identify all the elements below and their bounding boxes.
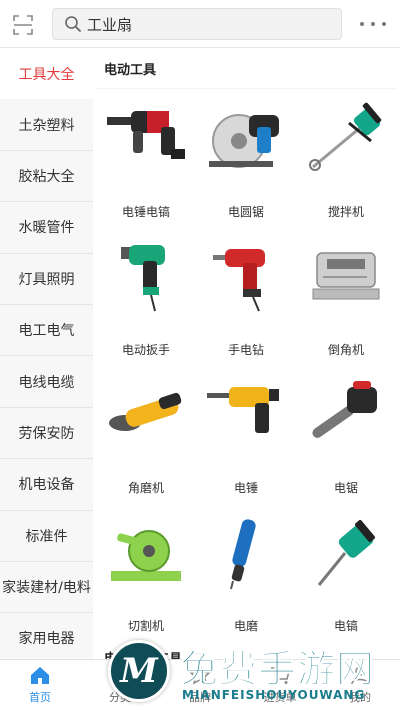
product-label: 倒角机 (327, 343, 364, 357)
product-label: 角磨机 (127, 481, 164, 495)
demolition-hammer-icon (317, 520, 375, 586)
more-icon[interactable] (360, 14, 386, 34)
product-item[interactable]: 电磨 (196, 503, 296, 641)
product-label: 手电钻 (227, 343, 264, 357)
category-sidebar: 工具大全 土杂塑料 胶粘大全 水暖管件 灯具照明 电工电气 电线电缆 劳保安防 … (0, 48, 93, 659)
sidebar-item-sundries-plastics[interactable]: 土杂塑料 (0, 99, 93, 151)
nav-label: 首页 (29, 691, 51, 704)
nav-cart[interactable]: 进货单 (240, 660, 320, 711)
sidebar-item-machinery[interactable]: 机电设备 (0, 459, 93, 511)
sidebar-item-building-materials[interactable]: 家装建材/电料 (0, 562, 93, 614)
product-item[interactable]: 电锯 (296, 365, 396, 503)
product-label: 切割机 (127, 619, 164, 633)
nav-brand[interactable]: 品牌 (160, 660, 240, 711)
product-label: 电动扳手 (121, 343, 170, 357)
product-label: 电锤 (233, 481, 258, 495)
product-grid: 电锤电镐 电圆锯 搅拌机 电动扳手 手电钻 倒角机 角磨机 电锤 电锯 切割机 … (96, 88, 396, 641)
nav-label: 进货单 (263, 691, 297, 704)
nav-label: 分类 (109, 691, 131, 704)
product-label: 电圆锯 (227, 205, 264, 219)
cart-icon (268, 663, 292, 687)
sidebar-item-safety[interactable]: 劳保安防 (0, 408, 93, 460)
impact-wrench-icon (121, 245, 165, 312)
product-item[interactable]: 电锤电镐 (96, 89, 196, 227)
category-content: 电动工具 电锤电镐 电圆锯 搅拌机 电动扳手 手电钻 倒角机 角磨机 电锤 电锯… (93, 48, 400, 659)
product-item[interactable]: 电动扳手 (96, 227, 196, 365)
sidebar-item-lighting[interactable]: 灯具照明 (0, 254, 93, 305)
mixer-drill-icon (309, 102, 382, 171)
product-item[interactable]: 切割机 (96, 503, 196, 641)
chainsaw-icon (312, 381, 377, 438)
product-item[interactable]: 搅拌机 (296, 89, 396, 227)
chamfering-machine-icon (312, 252, 380, 300)
search-input[interactable]: 工业扇 (52, 8, 342, 40)
product-label: 电镐 (333, 619, 358, 633)
nav-label: 品牌 (189, 691, 211, 704)
angle-grinder-icon (109, 392, 182, 431)
nav-home[interactable]: 首页 (0, 660, 80, 711)
product-item[interactable]: 手电钻 (196, 227, 296, 365)
brand-icon (188, 663, 212, 687)
rotary-hammer-icon (107, 111, 185, 159)
nav-category[interactable]: 分类 (80, 660, 160, 711)
bottom-nav: 首页 分类 品牌 进货单 我的 (0, 659, 400, 711)
product-item[interactable]: 电锤 (196, 365, 296, 503)
next-section-title: 电动园林工具 (104, 648, 182, 659)
sidebar-item-plumbing[interactable]: 水暖管件 (0, 202, 93, 254)
hand-drill-icon (213, 249, 265, 312)
sidebar-item-electrical[interactable]: 电工电气 (0, 305, 93, 357)
sidebar-item-cables[interactable]: 电线电缆 (0, 356, 93, 408)
sidebar-item-standard-parts[interactable]: 标准件 (0, 511, 93, 562)
product-label: 电锯 (333, 481, 358, 495)
product-item[interactable]: 倒角机 (296, 227, 396, 365)
home-icon (28, 663, 52, 687)
category-icon (108, 663, 132, 687)
product-label: 搅拌机 (327, 205, 364, 219)
product-item[interactable]: 角磨机 (96, 365, 196, 503)
user-icon (348, 663, 372, 687)
nav-mine[interactable]: 我的 (320, 660, 400, 711)
die-grinder-icon (230, 519, 256, 590)
product-item[interactable]: 电圆锯 (196, 89, 296, 227)
sidebar-item-tools[interactable]: 工具大全 (0, 48, 93, 100)
product-item[interactable]: 电镐 (296, 503, 396, 641)
search-icon (63, 14, 83, 34)
product-label: 电锤电镐 (121, 205, 170, 219)
electric-hammer-icon (207, 387, 279, 433)
sidebar-item-adhesives[interactable]: 胶粘大全 (0, 151, 93, 203)
sidebar-item-appliances[interactable]: 家用电器 (0, 613, 93, 659)
cut-off-saw-icon (111, 530, 181, 581)
top-bar: 工业扇 (0, 0, 400, 48)
search-query: 工业扇 (87, 15, 133, 34)
circular-saw-icon (209, 114, 279, 168)
section-title: 电动工具 (104, 63, 157, 78)
product-label: 电磨 (233, 619, 258, 633)
nav-label: 我的 (349, 691, 371, 704)
scan-icon[interactable] (8, 10, 38, 40)
